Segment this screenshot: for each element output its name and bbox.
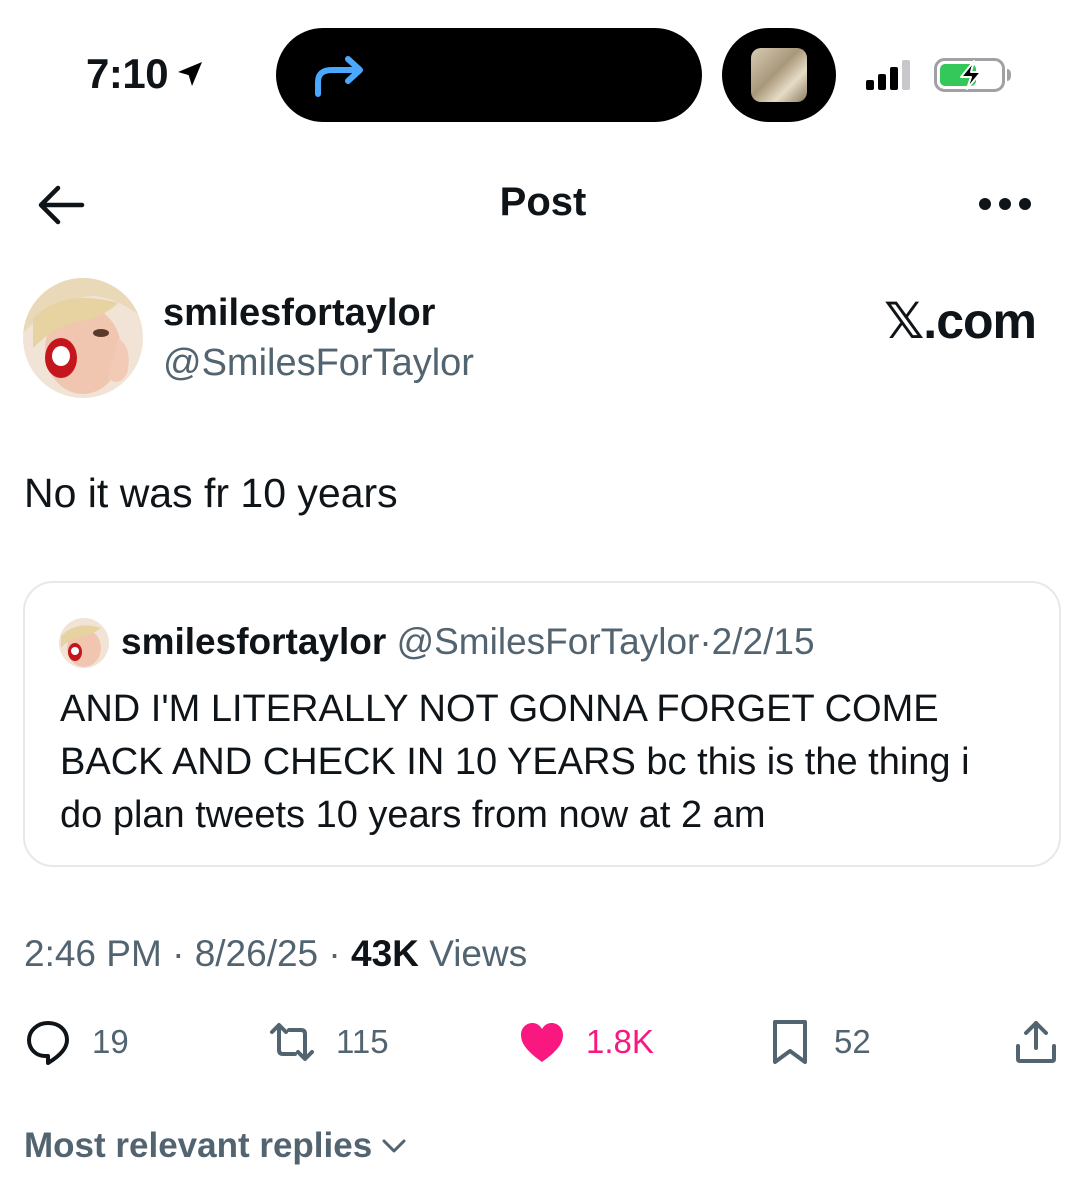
author-avatar-image: [23, 278, 143, 398]
battery-charging-icon: [934, 58, 1011, 92]
author-avatar[interactable]: [23, 278, 143, 398]
repost-icon: [270, 1023, 314, 1061]
dynamic-island[interactable]: [276, 28, 702, 122]
forward-arrow-icon: [315, 56, 363, 97]
quoted-handle: @SmilesForTaylor: [396, 621, 700, 662]
replies-sort-dropdown[interactable]: Most relevant replies: [24, 1126, 408, 1166]
reply-icon: [27, 1021, 69, 1065]
reply-button[interactable]: 19: [24, 1014, 129, 1070]
quoted-author-avatar-image: [59, 618, 109, 668]
quoted-display-name: smilesfortaylor: [121, 621, 387, 662]
replies-sort-label: Most relevant replies: [24, 1126, 373, 1165]
views-label: Views: [429, 933, 528, 974]
more-horizontal-icon[interactable]: [978, 196, 1032, 212]
cellular-signal-icon: [866, 60, 910, 90]
meta-separator: ·: [328, 933, 341, 974]
bookmark-icon: [773, 1020, 807, 1064]
x-com-watermark: 𝕏.com: [884, 292, 1037, 350]
x-logo: 𝕏: [884, 292, 924, 350]
bookmark-button[interactable]: 52: [766, 1014, 871, 1070]
quoted-post[interactable]: smilesfortaylor @SmilesForTaylor·2/2/15 …: [23, 581, 1061, 867]
quoted-author-avatar: [59, 618, 109, 668]
post-date: 8/26/25: [194, 933, 319, 974]
quoted-date: 2/2/15: [711, 621, 815, 662]
share-button[interactable]: [1012, 1014, 1060, 1070]
status-time: 7:10: [86, 50, 206, 98]
repost-count: 115: [336, 1023, 389, 1060]
post-meta: 2:46 PM · 8/26/25 · 43K Views: [24, 933, 527, 975]
quoted-separator: ·: [699, 621, 712, 662]
now-playing-island[interactable]: [722, 28, 836, 122]
views-count[interactable]: 43K: [351, 933, 419, 974]
repost-button[interactable]: 115: [268, 1014, 389, 1070]
location-arrow-icon: [178, 62, 203, 86]
page-title: Post: [499, 180, 587, 224]
post-time: 2:46 PM: [24, 933, 162, 974]
post-text: No it was fr 10 years: [24, 470, 398, 516]
heart-filled-icon: [521, 1023, 563, 1062]
share-icon: [1016, 1021, 1056, 1063]
quoted-post-header: smilesfortaylor @SmilesForTaylor·2/2/15: [121, 621, 815, 663]
meta-separator: ·: [172, 933, 185, 974]
album-art-thumbnail: [751, 48, 807, 102]
reply-count: 19: [92, 1023, 129, 1060]
author-handle[interactable]: @SmilesForTaylor: [163, 342, 474, 385]
chevron-down-icon: [382, 1139, 406, 1153]
status-time-text: 7:10: [86, 50, 169, 97]
quoted-post-text: AND I'M LITERALLY NOT GONNA FORGET COME …: [60, 688, 970, 836]
x-com-suffix: .com: [923, 293, 1037, 349]
author-display-name[interactable]: smilesfortaylor: [163, 292, 435, 335]
bookmark-count: 52: [834, 1023, 871, 1060]
like-count: 1.8K: [586, 1023, 654, 1060]
like-button[interactable]: 1.8K: [518, 1014, 654, 1070]
